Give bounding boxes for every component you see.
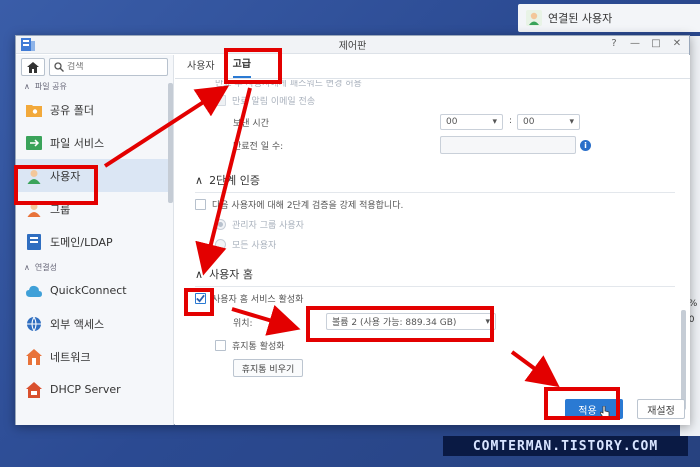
sidebar-scrollbar[interactable]: [168, 83, 173, 423]
annotation-box-apply-button: [544, 387, 620, 420]
sidebar-item-label: 공유 폴더: [50, 103, 94, 117]
location-label: 위치:: [233, 316, 253, 329]
field-label: 보낸 시간: [233, 119, 269, 129]
shared-folder-icon: [26, 102, 42, 118]
minute-select[interactable]: 00 ▾: [517, 114, 580, 130]
empty-recycle-button[interactable]: 휴지통 비우기: [233, 359, 303, 377]
widget-title: 연결된 사용자: [548, 12, 613, 25]
hour-select[interactable]: 00 ▾: [440, 114, 503, 130]
force-2fa-option[interactable]: 다음 사용자에 대해 2단계 검증을 강제 적용합니다.: [195, 198, 403, 211]
network-icon: [26, 348, 42, 365]
section-user-home-header[interactable]: ∧ 사용자 홈: [195, 266, 675, 287]
sidebar-item-external-access[interactable]: 외부 액세스: [16, 307, 173, 340]
home-icon: [27, 61, 39, 73]
field-label: 만료전 일 수:: [233, 142, 284, 152]
annotation-box-user-item: [14, 165, 98, 205]
dhcp-server-icon: [26, 381, 42, 398]
section-2fa-header[interactable]: ∧ 2단계 인증: [195, 172, 675, 193]
sidebar-item-label: 네트워크: [50, 350, 91, 364]
option-label: 만료 알림 이메일 전송: [232, 97, 316, 107]
dropdown-arrow-icon: ▾: [492, 117, 497, 127]
option-label: 모든 사용자: [232, 241, 277, 251]
connected-users-widget[interactable]: 연결된 사용자: [518, 4, 700, 32]
user-avatar-icon: [526, 10, 542, 26]
recycle-checkbox[interactable]: [215, 340, 226, 351]
annotation-box-home-checkbox: [184, 288, 214, 316]
section-label: 파일 공유: [34, 81, 67, 91]
sidebar-item-domain-ldap[interactable]: 도메인/LDAP: [16, 225, 173, 258]
main-panel: 사용자 고급 만료 후 사용자에게 패스워드 변경 허용 만료 알림 이메일 전…: [175, 55, 690, 425]
radio-admin[interactable]: [215, 219, 226, 230]
window-titlebar[interactable]: 제어판 ? — □ ✕: [16, 36, 689, 54]
radio-all-option[interactable]: 모든 사용자: [215, 238, 276, 251]
collapse-chevron-icon: ∧: [24, 81, 30, 91]
maximize-button[interactable]: □: [650, 38, 662, 49]
sidebar-item-label: QuickConnect: [50, 284, 127, 297]
expire-mail-checkbox[interactable]: [215, 95, 226, 106]
search-input[interactable]: [67, 62, 147, 72]
send-time-label: 보낸 시간: [233, 116, 269, 129]
annotation-box-advanced-tab: [224, 48, 282, 84]
sidebar-item-label: 도메인/LDAP: [50, 235, 113, 249]
option-label: 사용자 홈 서비스 활성화: [212, 295, 304, 305]
quickconnect-icon: [26, 283, 42, 299]
watermark: COMTERMAN.TISTORY.COM: [443, 436, 688, 456]
sidebar-item-label: 외부 액세스: [50, 317, 105, 331]
option-label: 관리자 그룹 사용자: [232, 221, 304, 231]
search-field[interactable]: [49, 58, 168, 76]
home-button[interactable]: [21, 58, 45, 76]
separator-text: :: [509, 116, 513, 126]
collapse-chevron-icon: ∧: [195, 173, 204, 187]
days-before-input[interactable]: [440, 136, 576, 154]
expire-mail-option[interactable]: 만료 알림 이메일 전송: [215, 94, 315, 107]
sidebar-item-file-service[interactable]: 파일 서비스: [16, 126, 173, 159]
option-label: 다음 사용자에 대해 2단계 검증을 강제 적용합니다.: [212, 201, 404, 211]
sidebar-item-dhcp-server[interactable]: DHCP Server: [16, 373, 173, 406]
sidebar-item-label: DHCP Server: [50, 383, 121, 396]
sidebar-item-network[interactable]: 네트워크: [16, 340, 173, 373]
time-separator: :: [509, 116, 512, 126]
help-button[interactable]: ?: [608, 38, 620, 49]
collapse-chevron-icon: ∧: [195, 267, 204, 281]
minimize-button[interactable]: —: [629, 38, 641, 49]
content-scrollbar[interactable]: [681, 80, 686, 410]
control-panel-window: 제어판 ? — □ ✕ ∧ 파일 공유: [15, 35, 690, 425]
control-panel-app-icon: [21, 38, 35, 51]
radio-admin-option[interactable]: 관리자 그룹 사용자: [215, 218, 304, 231]
force-2fa-checkbox[interactable]: [195, 199, 206, 210]
tab-user[interactable]: 사용자: [187, 57, 215, 78]
section-title: 사용자 홈: [209, 268, 254, 281]
radio-all[interactable]: [215, 239, 226, 250]
section-title: 2단계 인증: [209, 174, 261, 187]
sidebar: ∧ 파일 공유 공유 폴더 파일 서비스 사용자 그룹: [16, 55, 174, 425]
days-before-label: 만료전 일 수:: [233, 139, 283, 152]
minute-value: 00: [523, 117, 535, 127]
external-access-icon: [26, 316, 42, 332]
section-file-sharing[interactable]: ∧ 파일 공유: [16, 79, 173, 93]
window-title: 제어판: [338, 41, 367, 52]
sidebar-item-shared-folder[interactable]: 공유 폴더: [16, 93, 173, 126]
info-icon[interactable]: i: [580, 140, 591, 151]
field-label: 위치:: [233, 319, 253, 329]
sidebar-item-label: 파일 서비스: [50, 136, 105, 150]
sidebar-item-quickconnect[interactable]: QuickConnect: [16, 274, 173, 307]
dropdown-arrow-icon: ▾: [569, 117, 574, 127]
recycle-option[interactable]: 휴지통 활성화: [215, 339, 285, 352]
section-connectivity[interactable]: ∧ 연결성: [16, 260, 173, 274]
domain-ldap-icon: [26, 233, 42, 250]
close-button[interactable]: ✕: [671, 38, 683, 49]
annotation-box-volume-select: [306, 306, 494, 342]
option-label: 휴지통 활성화: [232, 342, 285, 352]
section-label: 연결성: [34, 262, 57, 272]
hour-value: 00: [446, 117, 458, 127]
search-icon: [54, 62, 64, 72]
file-service-icon: [26, 135, 42, 151]
collapse-chevron-icon: ∧: [24, 262, 30, 272]
reset-button[interactable]: 재설정: [637, 399, 685, 419]
